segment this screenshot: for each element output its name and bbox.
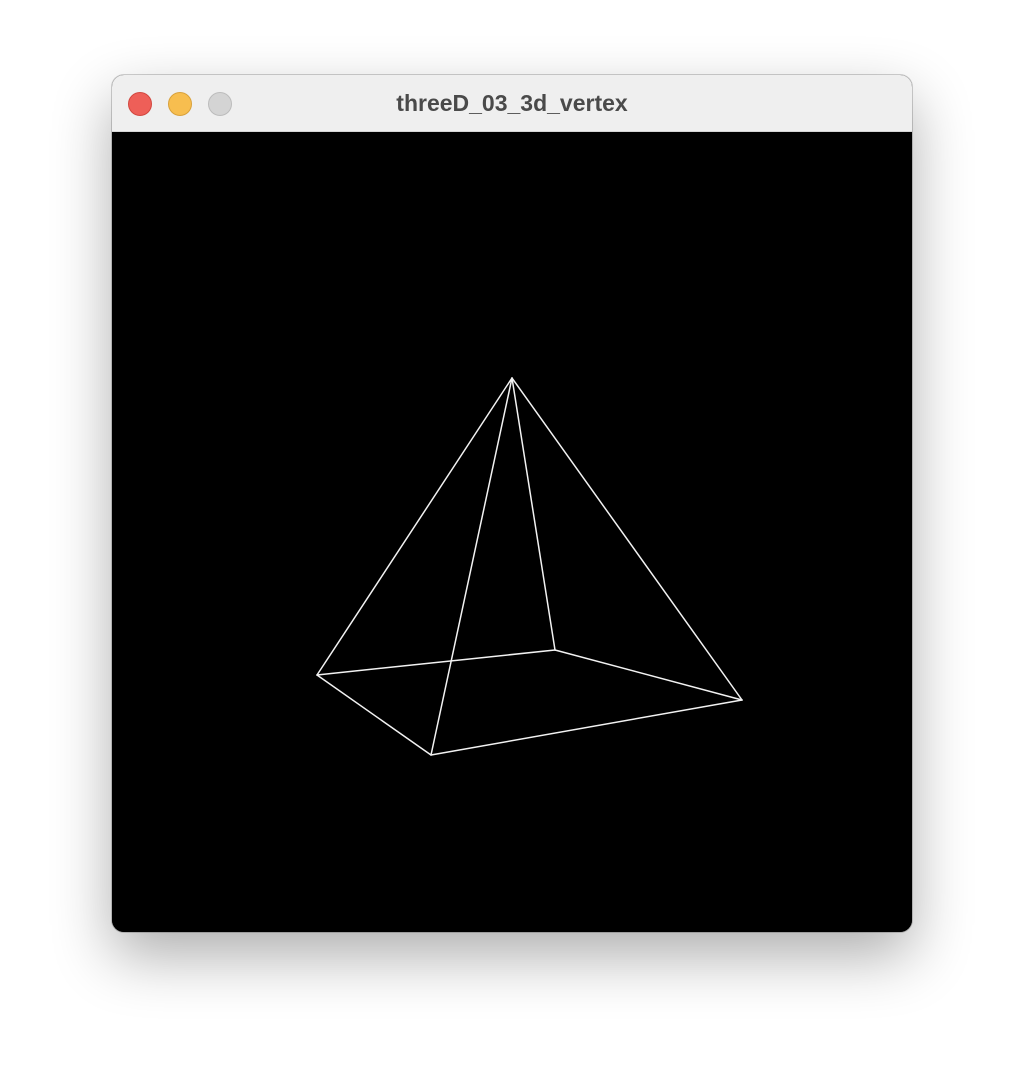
edge-base-front-left xyxy=(316,674,432,756)
title-bar[interactable]: threeD_03_3d_vertex xyxy=(112,75,912,132)
edge-base-back-right xyxy=(554,649,743,701)
edge-base-left-back xyxy=(316,649,556,676)
edge-base-right-front xyxy=(430,699,743,756)
render-canvas[interactable] xyxy=(112,132,912,932)
app-window: threeD_03_3d_vertex xyxy=(112,75,912,932)
edge-apex-front xyxy=(430,377,513,756)
edge-apex-left xyxy=(316,377,513,676)
window-title: threeD_03_3d_vertex xyxy=(396,90,628,116)
edge-apex-right xyxy=(511,377,743,701)
edge-apex-back xyxy=(511,377,556,651)
pyramid-wireframe xyxy=(316,377,743,756)
